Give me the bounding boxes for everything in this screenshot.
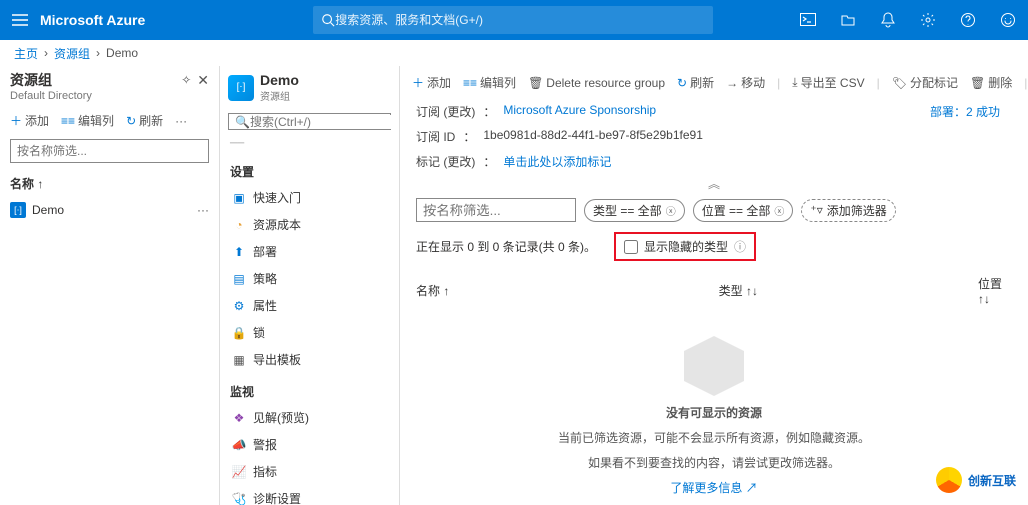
- settings-icon[interactable]: [908, 0, 948, 40]
- resource-icon: [⋅]: [228, 75, 254, 101]
- global-search[interactable]: [313, 6, 713, 34]
- menu-cost[interactable]: ◔资源成本: [220, 211, 399, 238]
- watermark: 创新互联: [936, 467, 1016, 493]
- p3-delete-button[interactable]: 🗑删除: [970, 74, 1012, 91]
- crumb-rg[interactable]: 资源组: [54, 45, 90, 62]
- global-search-input[interactable]: [335, 13, 705, 27]
- p3-add-button[interactable]: ＋添加: [412, 74, 451, 91]
- crumb-home[interactable]: 主页: [14, 45, 38, 62]
- menu-diagnostics[interactable]: 🩺诊断设置: [220, 485, 399, 505]
- subid-value: 1be0981d-88d2-44f1-be97-8f5e29b1fe91: [483, 128, 703, 145]
- p3-delete-rg-button[interactable]: 🗑Delete resource group: [528, 76, 665, 90]
- panel1-subtitle: Default Directory: [0, 90, 219, 108]
- cloud-shell-icon[interactable]: [788, 0, 828, 40]
- menu-quickstart[interactable]: ▣快速入门: [220, 184, 399, 211]
- empty-line2: 如果看不到要查找的内容，请尝试更改筛选器。: [588, 454, 840, 471]
- menu-locks[interactable]: 🔒锁: [220, 319, 399, 346]
- clear-icon[interactable]: ⓧ: [774, 203, 784, 218]
- menu-toggle[interactable]: [0, 14, 40, 26]
- learn-more-link[interactable]: 了解更多信息 ↗: [670, 479, 757, 496]
- resource-group-item[interactable]: [⋅] Demo ···: [0, 198, 219, 222]
- panel2-subtitle: 资源组: [260, 92, 290, 103]
- empty-title: 没有可显示的资源: [666, 404, 762, 421]
- menu-properties[interactable]: ⚙属性: [220, 292, 399, 319]
- filter-input[interactable]: [10, 139, 209, 163]
- menu-metrics[interactable]: 📈指标: [220, 458, 399, 485]
- p3-assign-tags-button[interactable]: 🏷分配标记: [892, 74, 958, 91]
- menu-export-template[interactable]: ▦导出模板: [220, 346, 399, 373]
- feedback-icon[interactable]: [988, 0, 1028, 40]
- p3-exportcsv-button[interactable]: ⤓导出至 CSV: [792, 74, 864, 91]
- breadcrumb: 主页 › 资源组 › Demo: [0, 40, 1028, 66]
- row-more-icon[interactable]: ···: [197, 203, 209, 217]
- filter-pill-type[interactable]: 类型 == 全部ⓧ: [584, 199, 685, 222]
- p3-editcol-button[interactable]: ≡≡编辑列: [463, 74, 516, 91]
- crumb-current: Demo: [106, 46, 138, 60]
- resource-filter-input[interactable]: [416, 198, 576, 222]
- search-icon: [321, 13, 335, 27]
- close-icon[interactable]: ✕: [197, 72, 209, 89]
- help-icon[interactable]: [948, 0, 988, 40]
- empty-line1: 当前已筛选资源，可能不会显示所有资源，例如隐藏资源。: [558, 429, 870, 446]
- subid-label: 订阅 ID: [416, 128, 455, 145]
- group-monitor: 监视: [220, 373, 399, 404]
- rg-icon: [⋅]: [10, 202, 26, 218]
- add-button[interactable]: ＋添加: [10, 112, 49, 129]
- p3-move-button[interactable]: →移动: [726, 74, 765, 91]
- deployments-link[interactable]: 2 成功: [966, 105, 1000, 119]
- col-location[interactable]: 位置 ↑↓: [978, 275, 1012, 306]
- group-settings: 设置: [220, 153, 399, 184]
- panel1-title: 资源组: [10, 70, 175, 90]
- show-hidden-highlight: 显示隐藏的类型 ⓘ: [614, 232, 756, 261]
- show-hidden-checkbox[interactable]: [624, 240, 638, 254]
- subscription-link[interactable]: Microsoft Azure Sponsorship: [503, 103, 656, 120]
- panel2-title: Demo: [260, 72, 299, 88]
- empty-illustration: [684, 336, 744, 396]
- rg-item-label: Demo: [32, 203, 64, 217]
- collapse-essentials[interactable]: ︽: [400, 174, 1028, 192]
- directory-icon[interactable]: [828, 0, 868, 40]
- pin-icon[interactable]: ✧: [181, 73, 191, 87]
- col-name[interactable]: 名称 ↑: [416, 275, 719, 306]
- more-button[interactable]: ···: [175, 114, 187, 128]
- notifications-icon[interactable]: [868, 0, 908, 40]
- refresh-button[interactable]: ↻刷新: [126, 112, 163, 129]
- clear-icon[interactable]: ⓧ: [666, 203, 676, 218]
- menu-policies[interactable]: ▤策略: [220, 265, 399, 292]
- menu-search[interactable]: 🔍 《: [228, 113, 391, 130]
- records-status: 正在显示 0 到 0 条记录(共 0 条)。: [416, 238, 596, 255]
- menu-alerts[interactable]: 📣警报: [220, 431, 399, 458]
- search-icon: 🔍: [235, 115, 250, 129]
- show-hidden-label: 显示隐藏的类型: [644, 238, 728, 255]
- col-type[interactable]: 类型 ↑↓: [719, 275, 978, 306]
- edit-columns-button[interactable]: ≡≡编辑列: [61, 112, 114, 129]
- menu-insights[interactable]: ❖见解(预览): [220, 404, 399, 431]
- tags-label[interactable]: 标记 (更改): [416, 153, 475, 170]
- menu-deployments[interactable]: ⬆部署: [220, 238, 399, 265]
- subscription-label[interactable]: 订阅 (更改): [416, 103, 475, 120]
- filter-pill-location[interactable]: 位置 == 全部ⓧ: [693, 199, 794, 222]
- column-header-name[interactable]: 名称 ↑: [0, 169, 219, 198]
- info-icon[interactable]: ⓘ: [734, 238, 746, 255]
- p3-refresh-button[interactable]: ↻刷新: [677, 74, 714, 91]
- filter-pill-add[interactable]: ⁺▿添加筛选器: [801, 199, 895, 222]
- tags-link[interactable]: 单击此处以添加标记: [503, 153, 611, 170]
- brand: Microsoft Azure: [40, 12, 185, 28]
